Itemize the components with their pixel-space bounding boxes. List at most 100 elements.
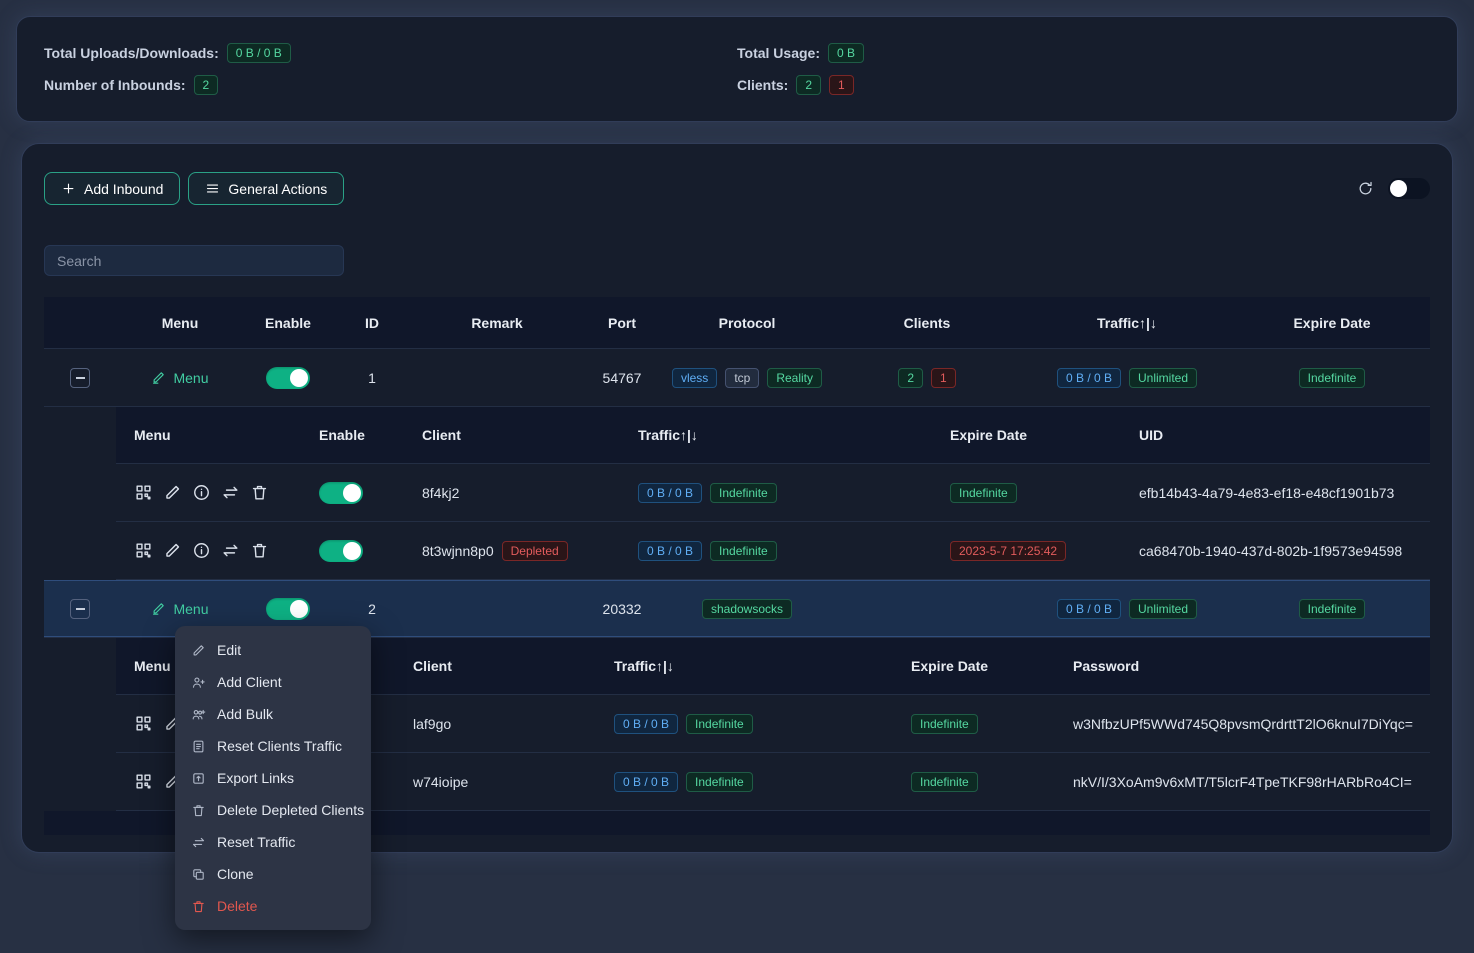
- menu-item-export-links[interactable]: Export Links: [175, 762, 371, 794]
- edit-icon: [191, 643, 206, 658]
- delete-client-icon[interactable]: [250, 483, 269, 502]
- minus-icon: [76, 608, 85, 610]
- header-remark: Remark: [412, 315, 582, 331]
- edit-client-icon[interactable]: [163, 541, 182, 560]
- toggle-knob: [1390, 180, 1407, 197]
- inbound-context-menu: Edit Add Client Add Bulk Reset Clients T…: [175, 626, 371, 930]
- inbound-1-menu-trigger[interactable]: Menu: [151, 370, 208, 386]
- toggle-knob: [290, 369, 308, 387]
- inbound-2-menu-trigger[interactable]: Menu: [151, 601, 208, 617]
- protocol-tag-shadowsocks: shadowsocks: [702, 599, 792, 619]
- header-traffic[interactable]: Traffic↑|↓: [1022, 315, 1232, 331]
- client-traffic-limit-badge: Indefinite: [686, 772, 753, 792]
- header-clients: Clients: [832, 315, 1022, 331]
- menu-item-delete[interactable]: Delete: [175, 890, 371, 922]
- menu-item-clone[interactable]: Clone: [175, 858, 371, 890]
- collapse-inbound-1-button[interactable]: [70, 368, 90, 388]
- menu-item-delete-depleted-clients[interactable]: Delete Depleted Clients: [175, 794, 371, 826]
- qr-code-icon[interactable]: [134, 772, 153, 791]
- menu-item-label: Reset Traffic: [217, 834, 295, 850]
- sub1-header-menu: Menu: [116, 427, 301, 443]
- search-wrap: [44, 245, 1430, 276]
- client-traffic-limit-badge: Indefinite: [686, 714, 753, 734]
- pencil-icon: [151, 370, 166, 385]
- client-traffic-badge: 0 B / 0 B: [614, 714, 678, 734]
- menu-item-label: Delete Depleted Clients: [217, 802, 364, 818]
- qr-code-icon[interactable]: [134, 541, 153, 560]
- menu-item-label: Add Bulk: [217, 706, 273, 722]
- client-expire-badge: Indefinite: [911, 772, 978, 792]
- delete-icon: [191, 899, 206, 914]
- refresh-icon[interactable]: [1357, 180, 1374, 197]
- menu-item-label: Add Client: [217, 674, 282, 690]
- stats-left-column: Total Uploads/Downloads: 0 B / 0 B Numbe…: [44, 43, 737, 95]
- client-traffic-badge: 0 B / 0 B: [614, 772, 678, 792]
- inbound-2-traffic-limit-badge: Unlimited: [1129, 599, 1197, 619]
- sub1-header-traffic[interactable]: Traffic↑|↓: [620, 427, 932, 443]
- client-name: 8f4kj2: [404, 485, 620, 501]
- sub1-header-uid: UID: [1121, 427, 1432, 443]
- toggle-knob: [343, 484, 361, 502]
- inbound-2-traffic-badge: 0 B / 0 B: [1057, 599, 1121, 619]
- header-id: ID: [332, 315, 412, 331]
- search-input[interactable]: [44, 245, 344, 276]
- inbound-1-enable-toggle[interactable]: [266, 367, 310, 389]
- reset-clients-traffic-icon: [191, 739, 206, 754]
- inbound-2-port: 20332: [582, 601, 662, 617]
- client-password: w3NfbzUPf5WWd745Q8pvsmQrdrttT2lO6knuI7Di…: [1055, 716, 1432, 732]
- header-enable: Enable: [244, 315, 332, 331]
- sub2-header-client: Client: [395, 658, 596, 674]
- client-uid: ca68470b-1940-437d-802b-1f9573e94598: [1121, 543, 1432, 559]
- menu-item-add-client[interactable]: Add Client: [175, 666, 371, 698]
- menu-item-add-bulk[interactable]: Add Bulk: [175, 698, 371, 730]
- sub2-header-traffic[interactable]: Traffic↑|↓: [596, 658, 893, 674]
- client-enable-toggle[interactable]: [319, 482, 363, 504]
- export-links-icon: [191, 771, 206, 786]
- menu-item-reset-traffic[interactable]: Reset Traffic: [175, 826, 371, 858]
- inbound-1-clients-table: Menu Enable Client Traffic↑|↓ Expire Dat…: [116, 407, 1430, 580]
- total-usage-value: 0 B: [828, 43, 864, 63]
- stats-right-column: Total Usage: 0 B Clients: 2 1: [737, 43, 1430, 95]
- collapse-inbound-2-button[interactable]: [70, 599, 90, 619]
- client-name: 8t3wjnn8p0: [422, 543, 494, 559]
- protocol-tag-reality: Reality: [767, 368, 822, 388]
- number-of-inbounds-label: Number of Inbounds:: [44, 77, 186, 93]
- client-enable-toggle[interactable]: [319, 540, 363, 562]
- clients-label: Clients:: [737, 77, 788, 93]
- client-depleted-badge: Depleted: [502, 541, 568, 561]
- client-row-8t3wjnn8p0: 8t3wjnn8p0 Depleted 0 B / 0 B Indefinite…: [116, 521, 1430, 579]
- stat-number-of-inbounds: Number of Inbounds: 2: [44, 75, 737, 95]
- menu-item-reset-clients-traffic[interactable]: Reset Clients Traffic: [175, 730, 371, 762]
- delete-depleted-clients-icon: [191, 803, 206, 818]
- inbound-1-id: 1: [332, 370, 412, 386]
- dark-mode-toggle[interactable]: [1388, 178, 1430, 199]
- inbound-2-enable-toggle[interactable]: [266, 598, 310, 620]
- stat-total-uploads-downloads: Total Uploads/Downloads: 0 B / 0 B: [44, 43, 737, 63]
- delete-client-icon[interactable]: [250, 541, 269, 560]
- header-protocol: Protocol: [662, 315, 832, 331]
- toolbar-right: [1357, 178, 1430, 199]
- edit-client-icon[interactable]: [163, 483, 182, 502]
- add-bulk-icon: [191, 707, 206, 722]
- sub2-header-password: Password: [1055, 658, 1432, 674]
- menu-item-edit[interactable]: Edit: [175, 634, 371, 666]
- toolbar: Add Inbound General Actions: [44, 172, 1430, 205]
- minus-icon: [76, 377, 85, 379]
- total-uploads-downloads-value: 0 B / 0 B: [227, 43, 291, 63]
- add-inbound-button[interactable]: Add Inbound: [44, 172, 180, 205]
- info-icon[interactable]: [192, 483, 211, 502]
- info-icon[interactable]: [192, 541, 211, 560]
- client-uid: efb14b43-4a79-4e83-ef18-e48cf1901b73: [1121, 485, 1432, 501]
- general-actions-button[interactable]: General Actions: [188, 172, 344, 205]
- number-of-inbounds-value: 2: [194, 75, 219, 95]
- qr-code-icon[interactable]: [134, 714, 153, 733]
- client-traffic-limit-badge: Indefinite: [710, 541, 777, 561]
- client-row-8f4kj2: 8f4kj2 0 B / 0 B Indefinite Indefinite e…: [116, 463, 1430, 521]
- sub1-header-enable: Enable: [301, 427, 404, 443]
- qr-code-icon[interactable]: [134, 483, 153, 502]
- toggle-knob: [290, 600, 308, 618]
- inbound-1-expire-badge: Indefinite: [1299, 368, 1366, 388]
- reset-traffic-icon[interactable]: [221, 483, 240, 502]
- reset-traffic-icon[interactable]: [221, 541, 240, 560]
- list-icon: [205, 181, 220, 196]
